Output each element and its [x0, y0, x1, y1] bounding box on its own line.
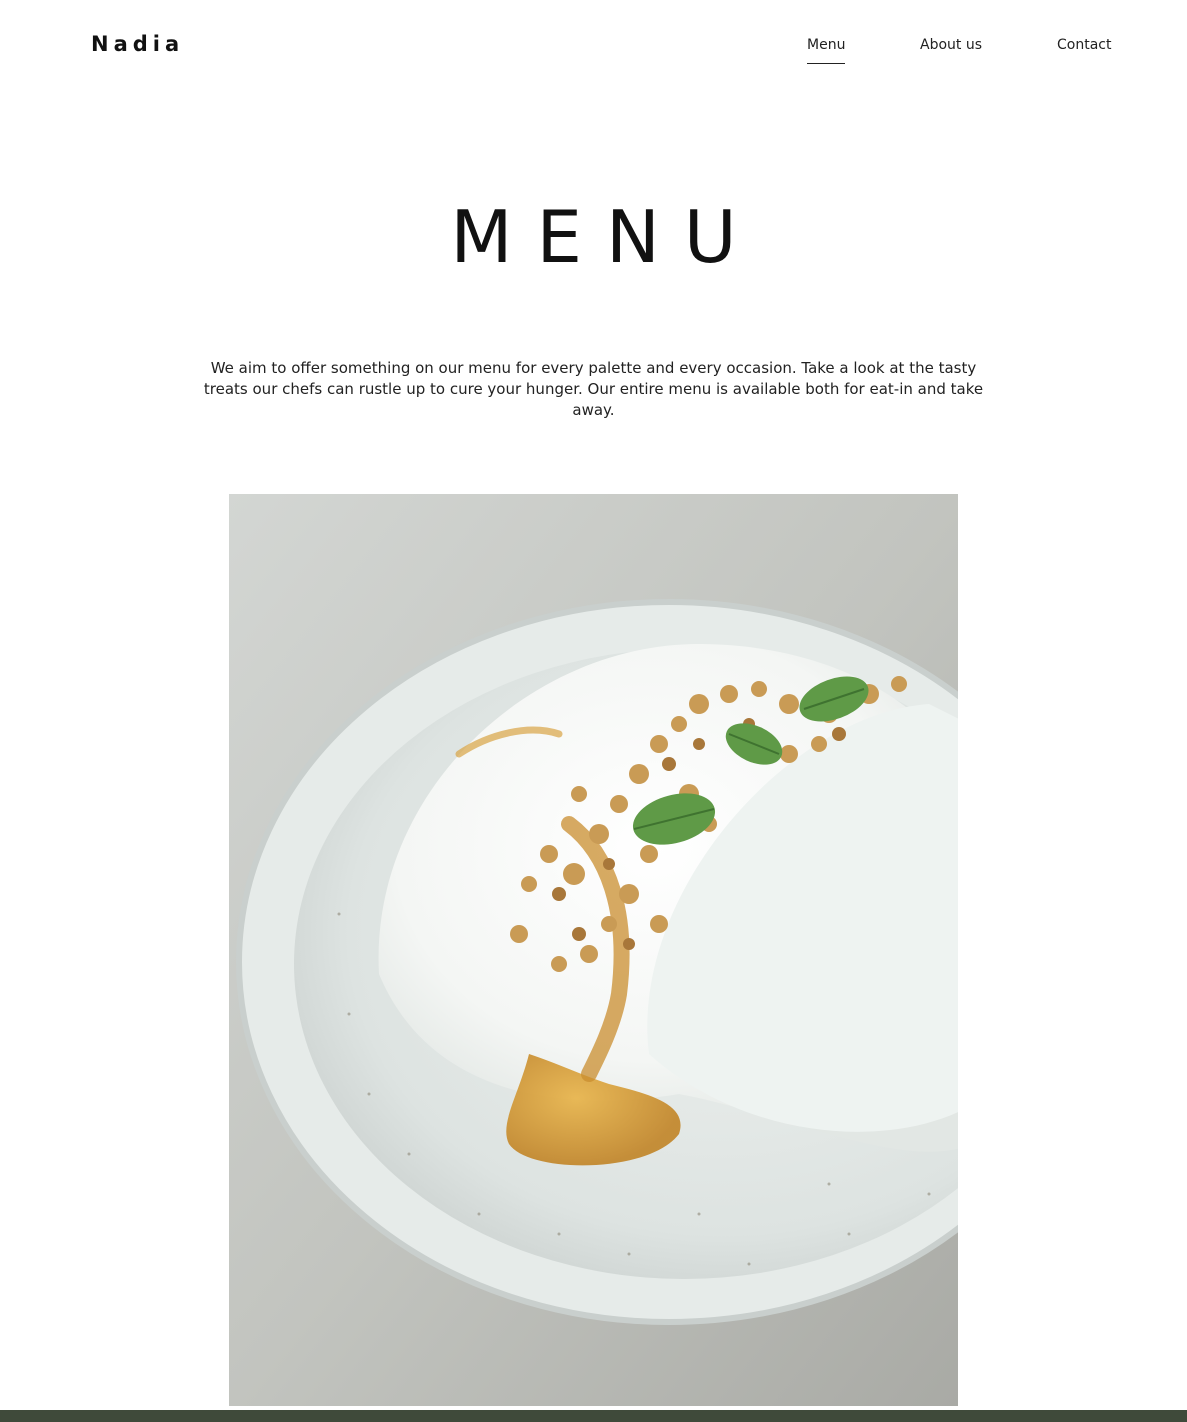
intro-text: We aim to offer something on our menu fo… — [203, 359, 984, 419]
nav-item-contact[interactable]: Contact — [1057, 37, 1111, 53]
nav-item-menu[interactable]: Menu — [807, 37, 846, 64]
page-title: MENU — [450, 195, 761, 279]
footer-bar — [0, 1410, 1187, 1422]
nav-item-about-us[interactable]: About us — [920, 37, 982, 53]
main-nav: Menu About us Contact — [0, 37, 1187, 67]
hero-food-image — [229, 494, 958, 1406]
